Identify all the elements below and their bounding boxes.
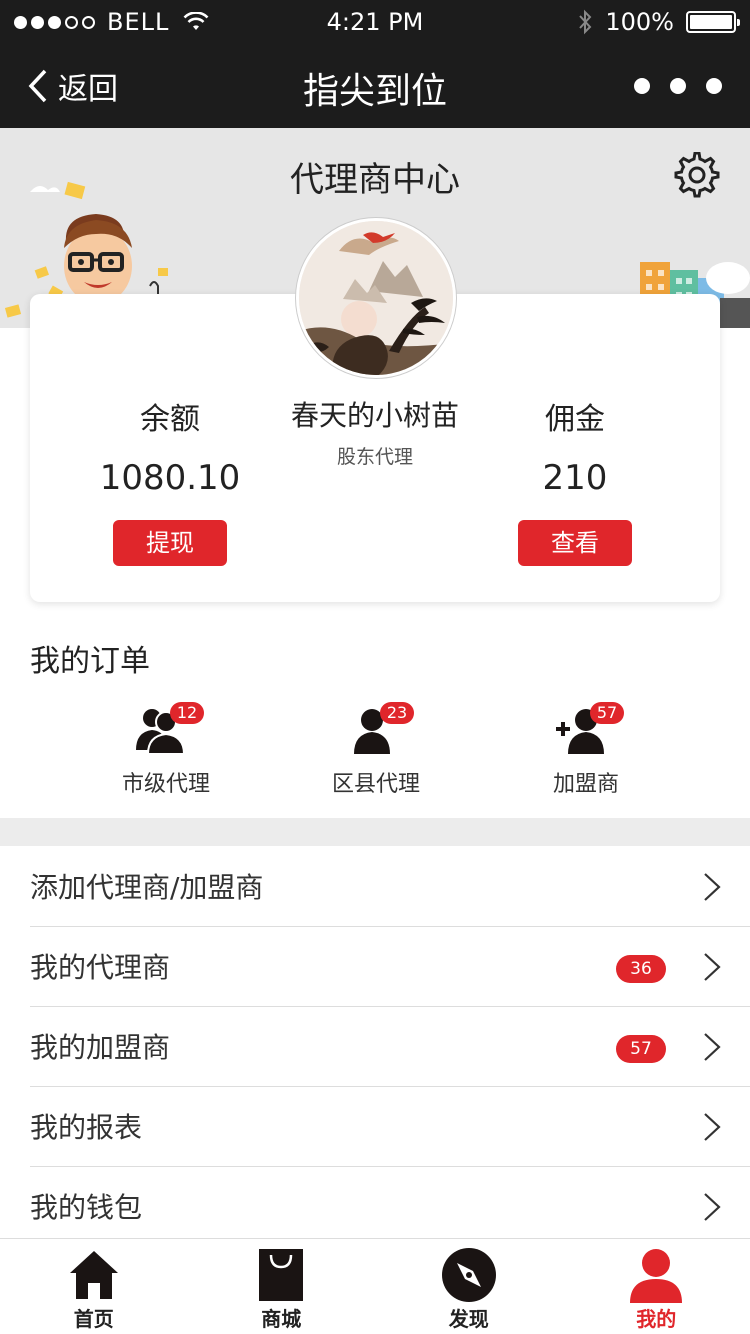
menu-item-label: 我的报表 (30, 1111, 143, 1144)
menu-item-label: 添加代理商/加盟商 (30, 871, 264, 904)
tab-bar: 首页 商城 发现 我的 (0, 1238, 750, 1334)
more-dot-icon (670, 78, 686, 94)
count-badge: 36 (616, 955, 666, 983)
tab-label: 首页 (73, 1307, 114, 1331)
menu-list: 添加代理商/加盟商 我的代理商 36 我的加盟商 57 我的报表 我的钱包 (0, 846, 750, 1246)
orders-title: 我的订单 (30, 644, 150, 679)
avatar-painting (299, 221, 453, 375)
commission-label: 佣金 (545, 402, 605, 437)
tab-home[interactable]: 首页 (0, 1239, 188, 1334)
tab-label: 发现 (448, 1307, 489, 1331)
commission-value: 210 (542, 458, 608, 498)
menu-item-label: 我的代理商 (30, 951, 171, 984)
status-bar: BELL 4:21 PM 100% (0, 0, 750, 44)
battery-icon (686, 11, 740, 33)
tab-discover[interactable]: 发现 (375, 1239, 563, 1334)
bag-icon (259, 1249, 304, 1301)
chevron-right-icon (704, 1113, 721, 1141)
menu-item-my-reports[interactable]: 我的报表 (0, 1086, 750, 1166)
order-item-label: 区县代理 (331, 772, 420, 797)
gear-icon[interactable] (674, 152, 720, 198)
order-count-badge: 12 (170, 702, 204, 724)
count-badge: 57 (616, 1035, 666, 1063)
order-count-badge: 23 (380, 702, 414, 724)
chevron-right-icon (704, 873, 721, 901)
tab-mall[interactable]: 商城 (188, 1239, 376, 1334)
withdraw-button[interactable]: 提现 (113, 520, 227, 566)
view-commission-button[interactable]: 查看 (518, 520, 632, 566)
more-dot-icon (634, 78, 650, 94)
chevron-right-icon (704, 953, 721, 981)
order-count-badge: 57 (590, 702, 624, 724)
tab-label: 商城 (261, 1307, 302, 1331)
menu-item-add-agent[interactable]: 添加代理商/加盟商 (0, 846, 750, 926)
menu-item-my-wallet[interactable]: 我的钱包 (0, 1166, 750, 1246)
avatar[interactable] (296, 218, 456, 378)
more-dot-icon (706, 78, 722, 94)
menu-item-my-franchisees[interactable]: 我的加盟商 57 (0, 1006, 750, 1086)
page-title: 代理商中心 (290, 160, 460, 200)
menu-item-my-agents[interactable]: 我的代理商 36 (0, 926, 750, 1006)
bluetooth-icon (579, 9, 592, 35)
commission-section: 佣金 210 查看 (465, 394, 685, 566)
order-item-label: 加盟商 (552, 772, 619, 797)
section-divider (0, 818, 750, 846)
menu-item-label: 我的钱包 (30, 1191, 143, 1224)
user-icon (630, 1249, 683, 1303)
order-item-county-agent[interactable]: 23 区县代理 (296, 702, 456, 798)
chevron-right-icon (704, 1033, 721, 1061)
navigation-bar: 返回 指尖到位 (0, 44, 750, 128)
order-item-label: 市级代理 (121, 772, 210, 797)
chevron-right-icon (704, 1193, 721, 1221)
tab-label: 我的 (636, 1307, 677, 1331)
order-item-franchisee[interactable]: 57 加盟商 (506, 702, 666, 798)
battery-percent: 100% (605, 8, 674, 36)
menu-item-label: 我的加盟商 (30, 1031, 171, 1064)
compass-icon (441, 1248, 496, 1302)
more-button[interactable] (634, 78, 722, 94)
home-icon (69, 1251, 118, 1299)
order-item-city-agent[interactable]: 12 市级代理 (86, 702, 246, 798)
tab-mine[interactable]: 我的 (563, 1239, 750, 1334)
